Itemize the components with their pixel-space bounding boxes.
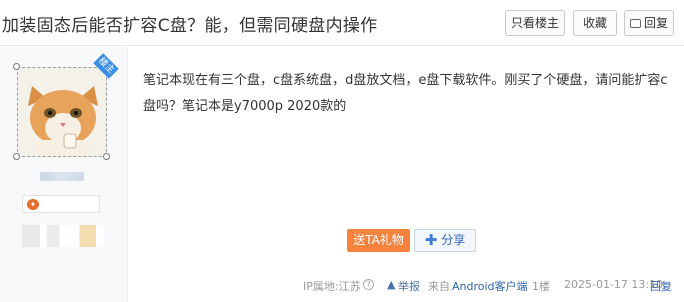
send-gift-button[interactable]: 送TA礼物 bbox=[347, 229, 410, 252]
thread-header: 加装固态后能否扩容C盘？能，但需同硬盘内操作 只看楼主 收藏 回复 bbox=[0, 0, 684, 46]
report-link[interactable]: 举报 bbox=[398, 278, 420, 294]
member-badge[interactable]: ✦ bbox=[22, 195, 100, 213]
ip-location: IP属地:江苏 bbox=[303, 280, 361, 293]
author-sidebar: 楼主 ✦ bbox=[0, 47, 128, 302]
client-link[interactable]: Android客户端 bbox=[452, 278, 528, 294]
only-view-op-button[interactable]: 只看楼主 bbox=[505, 10, 565, 36]
report-icon: ▲ bbox=[387, 278, 396, 291]
help-icon[interactable]: ? bbox=[363, 279, 374, 290]
plus-icon: ✚ bbox=[424, 231, 438, 249]
post-content: 笔记本现在有三个盘，c盘系统盘，d盘放文档，e盘下载软件。刚买了个硬盘，请问能扩… bbox=[143, 73, 668, 114]
resize-handle[interactable] bbox=[13, 63, 20, 70]
floor-number: 1楼 bbox=[532, 280, 550, 293]
badge-icon: ✦ bbox=[27, 199, 39, 210]
reply-icon bbox=[629, 19, 641, 28]
reply-button[interactable]: 回复 bbox=[624, 10, 674, 36]
share-button[interactable]: ✚ 分享 bbox=[414, 229, 476, 252]
thread-title: 加装固态后能否扩容C盘？能，但需同硬盘内操作 bbox=[2, 16, 378, 36]
reply-link[interactable]: 回复 bbox=[650, 278, 672, 294]
resize-handle[interactable] bbox=[103, 153, 110, 160]
avatar[interactable] bbox=[17, 67, 107, 157]
username-blurred[interactable] bbox=[40, 172, 84, 181]
resize-handle[interactable] bbox=[13, 153, 20, 160]
cat-avatar-icon bbox=[18, 68, 106, 156]
user-info-blurred bbox=[22, 225, 104, 247]
favorite-button[interactable]: 收藏 bbox=[573, 10, 617, 36]
post-timestamp: 2025-01-17 13:10 bbox=[564, 278, 664, 291]
reply-button-label: 回复 bbox=[643, 16, 668, 30]
from-label: 来自 bbox=[428, 280, 450, 293]
share-button-label: 分享 bbox=[441, 233, 466, 247]
